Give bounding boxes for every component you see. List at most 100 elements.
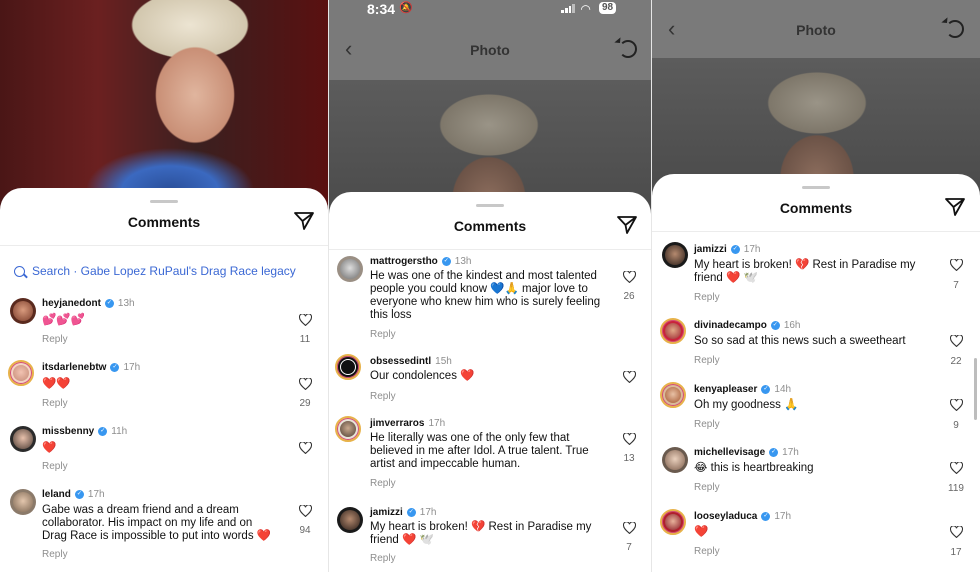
reply-button[interactable]: Reply bbox=[694, 355, 720, 366]
comment-username[interactable]: heyjanedont bbox=[42, 298, 101, 309]
avatar[interactable] bbox=[662, 447, 688, 473]
status-bar: 8:34 🔕 ◠ 98 bbox=[329, 0, 651, 18]
comment-username[interactable]: obsessedintl bbox=[370, 356, 431, 367]
like-heart-icon[interactable] bbox=[299, 505, 312, 517]
like-heart-icon[interactable] bbox=[950, 259, 963, 271]
like-heart-icon[interactable] bbox=[950, 462, 963, 474]
avatar[interactable] bbox=[662, 242, 688, 268]
like-count: 94 bbox=[299, 525, 311, 536]
comment-age: 16h bbox=[783, 320, 801, 331]
comment-age: 17h bbox=[428, 418, 446, 429]
like-heart-icon[interactable] bbox=[299, 314, 312, 326]
like-heart-icon[interactable] bbox=[950, 526, 963, 538]
avatar[interactable] bbox=[337, 256, 363, 282]
comment-age: 11h bbox=[111, 426, 128, 437]
comment-username[interactable]: jimverraros bbox=[370, 418, 424, 429]
comments-sheet: Comments Search · Gabe Lopez RuPaul's Dr… bbox=[0, 188, 328, 572]
nav-title: Photo bbox=[796, 22, 836, 38]
nav-title: Photo bbox=[470, 42, 510, 58]
verified-badge-icon: ✓ bbox=[74, 490, 84, 499]
comment-age: 14h bbox=[774, 384, 792, 395]
comment-age: 17h bbox=[782, 447, 799, 458]
comments-sheet: Comments mattrogerstho ✓ 13h He was one of… bbox=[329, 192, 651, 572]
search-suggestion[interactable]: Search · Gabe Lopez RuPaul's Drag Race l… bbox=[14, 264, 296, 278]
avatar[interactable] bbox=[8, 360, 34, 386]
share-icon[interactable] bbox=[294, 212, 314, 230]
avatar[interactable] bbox=[10, 298, 36, 324]
battery-indicator: 98 bbox=[599, 2, 617, 14]
reply-button[interactable]: Reply bbox=[42, 334, 68, 345]
like-heart-icon[interactable] bbox=[950, 335, 963, 347]
like-count: 26 bbox=[623, 291, 635, 302]
like-heart-icon[interactable] bbox=[623, 371, 636, 383]
signal-icon bbox=[561, 4, 575, 13]
avatar[interactable] bbox=[10, 489, 36, 515]
avatar[interactable] bbox=[335, 354, 361, 380]
like-heart-icon[interactable] bbox=[299, 442, 312, 454]
comment-username[interactable]: jamizzi bbox=[694, 244, 727, 255]
divider bbox=[652, 231, 980, 232]
reply-button[interactable]: Reply bbox=[694, 546, 720, 557]
verified-badge-icon: ✓ bbox=[769, 448, 779, 457]
verified-badge-icon: ✓ bbox=[761, 385, 771, 394]
comment-text: Oh my goodness 🙏 bbox=[694, 399, 799, 411]
verified-badge-icon: ✓ bbox=[761, 512, 771, 521]
sheet-grabber[interactable] bbox=[802, 186, 830, 189]
comment-age: 13h bbox=[454, 256, 472, 267]
comment-age: 17h bbox=[87, 489, 105, 500]
like-count: 7 bbox=[626, 542, 632, 553]
comment-text-line: friend ❤️ 🕊️ bbox=[694, 272, 758, 284]
share-icon[interactable] bbox=[617, 216, 637, 234]
avatar[interactable] bbox=[660, 382, 686, 408]
refresh-icon[interactable] bbox=[619, 40, 637, 58]
reply-button[interactable]: Reply bbox=[370, 391, 396, 402]
avatar[interactable] bbox=[10, 426, 36, 452]
like-heart-icon[interactable] bbox=[623, 433, 636, 445]
refresh-icon[interactable] bbox=[946, 20, 964, 38]
like-count: 17 bbox=[950, 547, 962, 558]
verified-badge-icon: ✓ bbox=[110, 363, 120, 372]
comment-text: ❤️ bbox=[694, 526, 709, 538]
scrollbar[interactable] bbox=[974, 358, 977, 420]
reply-button[interactable]: Reply bbox=[42, 398, 68, 409]
divider bbox=[0, 245, 328, 246]
comment-username[interactable]: looseyladuca bbox=[694, 511, 757, 522]
avatar[interactable] bbox=[337, 507, 363, 533]
reply-button[interactable]: Reply bbox=[694, 292, 720, 303]
search-icon bbox=[14, 265, 25, 277]
comment-text: 😂 this is heartbreaking bbox=[694, 462, 814, 474]
sheet-grabber[interactable] bbox=[150, 200, 178, 203]
like-heart-icon[interactable] bbox=[299, 378, 312, 390]
reply-button[interactable]: Reply bbox=[370, 478, 396, 489]
comment-username[interactable]: itsdarlenebtw bbox=[42, 362, 106, 373]
comment-text-line: Drag Race is impossible to put into word… bbox=[42, 530, 272, 542]
comment-username[interactable]: jamizzi bbox=[370, 507, 403, 518]
comment-username[interactable]: kenyapleaser bbox=[694, 384, 757, 395]
like-count: 119 bbox=[948, 483, 964, 494]
comments-sheet: Comments jamizzi ✓ 17h My heart is broken!… bbox=[652, 174, 980, 572]
post-photo[interactable] bbox=[0, 0, 328, 215]
share-icon[interactable] bbox=[945, 198, 965, 216]
comment-username[interactable]: mattrogerstho bbox=[370, 256, 438, 267]
photo-header: 8:34 🔕 ◠ 98 ‹ Photo bbox=[329, 0, 651, 80]
reply-button[interactable]: Reply bbox=[42, 461, 68, 472]
reply-button[interactable]: Reply bbox=[694, 419, 720, 430]
avatar[interactable] bbox=[660, 509, 686, 535]
avatar[interactable] bbox=[335, 416, 361, 442]
verified-badge-icon: ✓ bbox=[730, 245, 740, 254]
avatar[interactable] bbox=[660, 318, 686, 344]
reply-button[interactable]: Reply bbox=[370, 329, 396, 340]
like-heart-icon[interactable] bbox=[623, 271, 636, 283]
reply-button[interactable]: Reply bbox=[370, 553, 396, 564]
like-heart-icon[interactable] bbox=[950, 399, 963, 411]
reply-button[interactable]: Reply bbox=[42, 549, 68, 560]
like-heart-icon[interactable] bbox=[623, 522, 636, 534]
reply-button[interactable]: Reply bbox=[694, 482, 720, 493]
comment-username[interactable]: leland bbox=[42, 489, 71, 500]
comment-username[interactable]: michellevisage bbox=[694, 447, 765, 458]
sheet-grabber[interactable] bbox=[476, 204, 504, 207]
like-count: 13 bbox=[623, 453, 635, 464]
comment-username[interactable]: divinadecampo bbox=[694, 320, 767, 331]
comment-username[interactable]: missbenny bbox=[42, 426, 94, 437]
like-count: 29 bbox=[299, 398, 311, 409]
